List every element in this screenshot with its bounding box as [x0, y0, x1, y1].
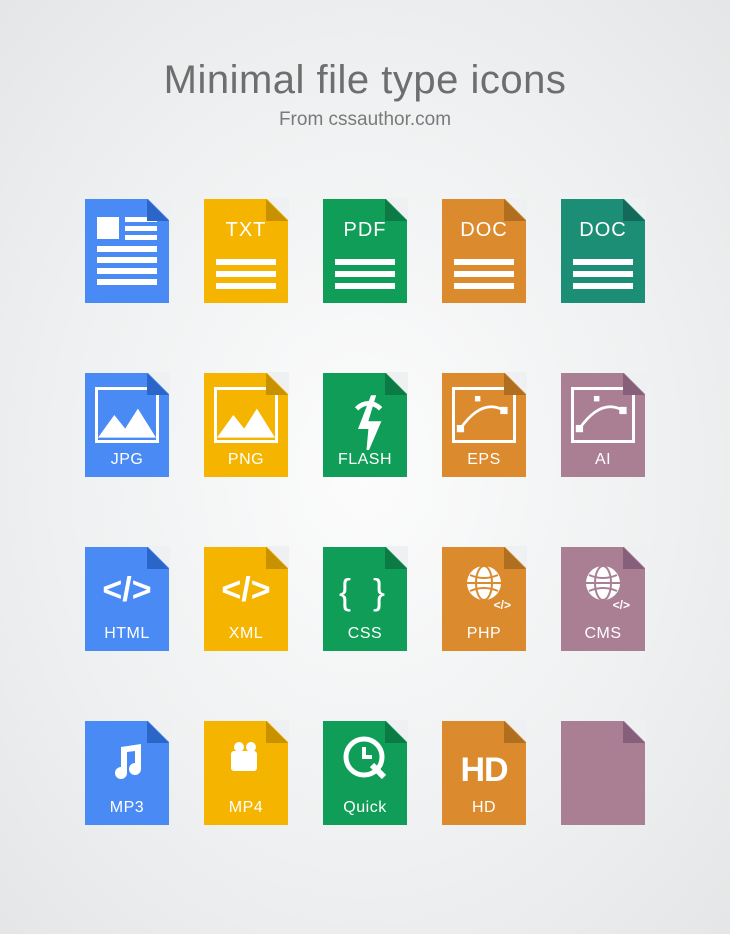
file-icon-quick: Quick — [323, 721, 407, 825]
text-lines-icon — [454, 253, 514, 289]
file-label: XML — [229, 625, 263, 643]
file-label: JPG — [111, 451, 144, 469]
file-icon-txt: TXT — [204, 199, 288, 303]
document-lines-icon — [97, 217, 157, 285]
file-icon-ai: AI — [561, 373, 645, 477]
file-icon-eps: EPS — [442, 373, 526, 477]
file-label: TXT — [204, 219, 288, 242]
file-icon-blank — [561, 721, 645, 825]
file-icon-xml: </> XML — [204, 547, 288, 651]
page-subtitle: From cssauthor.com — [0, 109, 730, 131]
hd-icon: HD — [442, 715, 526, 825]
file-icon-html: </> HTML — [85, 547, 169, 651]
file-icon-hd: HDHD — [442, 721, 526, 825]
quicktime-icon — [342, 735, 388, 786]
text-lines-icon — [573, 253, 633, 289]
file-icon-jpg: JPG — [85, 373, 169, 477]
file-icon-generic-doc — [85, 199, 169, 303]
file-icon-mp3: MP3 — [85, 721, 169, 825]
file-label: CMS — [584, 625, 621, 643]
icon-grid: TXT PDF DOC DOC JPGPNGFLASHEPSAI</>HTML<… — [85, 199, 645, 825]
file-icon-mp4: MP4 — [204, 721, 288, 825]
file-label: MP4 — [229, 799, 263, 817]
globe-icon: </> — [464, 563, 504, 608]
file-label: PDF — [323, 219, 407, 242]
video-camera-icon — [225, 741, 267, 786]
flash-icon — [323, 363, 407, 477]
file-icon-flash: FLASH — [323, 373, 407, 477]
image-icon — [214, 387, 278, 443]
text-lines-icon — [335, 253, 395, 289]
file-icon-css: { } CSS — [323, 547, 407, 651]
file-label: DOC — [442, 219, 526, 242]
file-label: PHP — [467, 625, 501, 643]
globe-icon: </> — [583, 563, 623, 608]
file-label: MP3 — [110, 799, 144, 817]
page-title: Minimal file type icons — [0, 58, 730, 103]
image-icon — [95, 387, 159, 443]
vector-icon — [452, 387, 516, 443]
curly-braces-icon: { } — [323, 571, 407, 613]
code-brackets-icon: </> — [85, 571, 169, 610]
file-label: DOC — [561, 219, 645, 242]
text-lines-icon — [216, 253, 276, 289]
code-brackets-icon: </> — [204, 571, 288, 610]
file-label: PNG — [228, 451, 264, 469]
vector-icon — [571, 387, 635, 443]
file-icon-pdf: PDF — [323, 199, 407, 303]
file-icon-doc-orange: DOC — [442, 199, 526, 303]
file-label: AI — [595, 451, 611, 469]
file-label: Quick — [343, 799, 386, 817]
file-label: HTML — [104, 625, 150, 643]
file-icon-png: PNG — [204, 373, 288, 477]
file-label: CSS — [348, 625, 382, 643]
file-icon-doc-teal: DOC — [561, 199, 645, 303]
file-label: EPS — [467, 451, 501, 469]
file-icon-php: </> PHP — [442, 547, 526, 651]
file-icon-cms: </> CMS — [561, 547, 645, 651]
music-note-icon — [107, 741, 147, 790]
